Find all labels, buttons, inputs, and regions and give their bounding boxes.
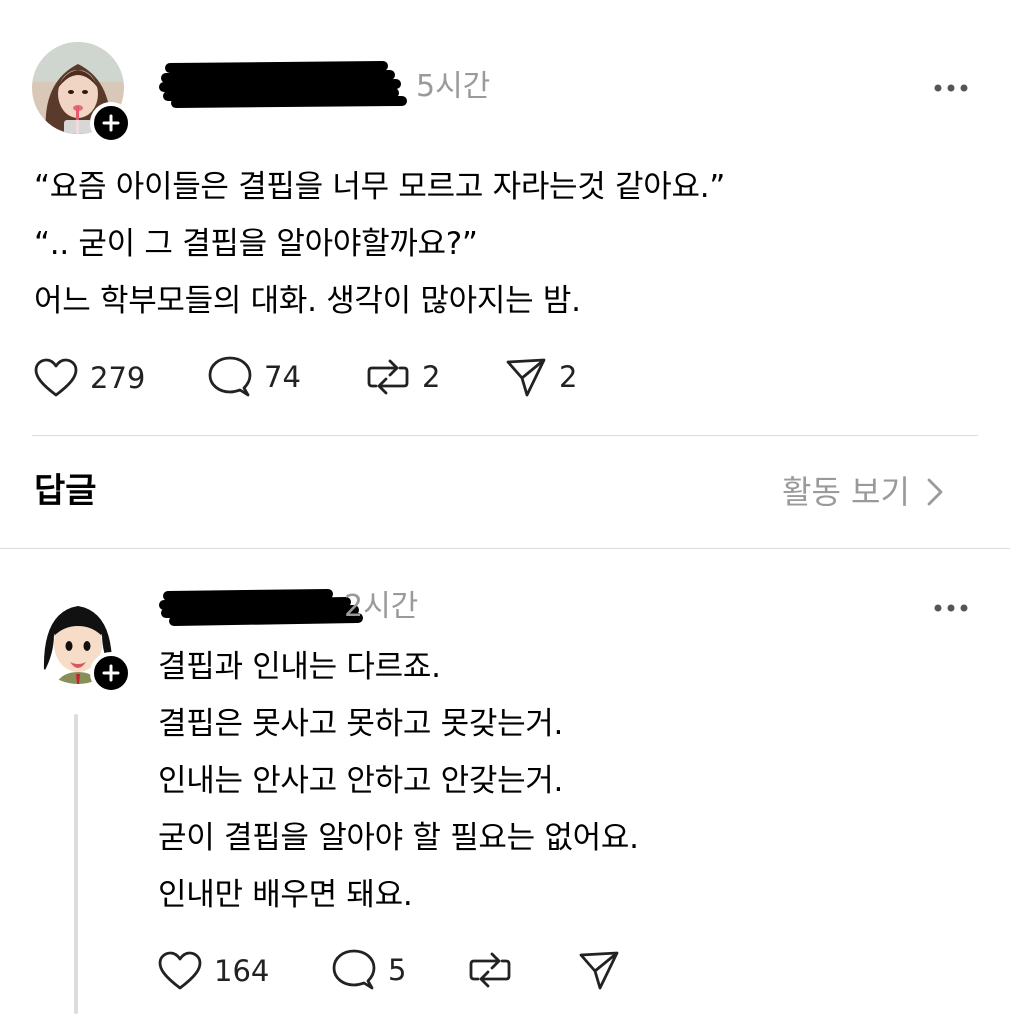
header-divider <box>0 548 1010 549</box>
send-icon <box>579 951 619 990</box>
reply-text-line: 굳이 결핍을 알아야 할 필요는 없어요. <box>158 820 639 856</box>
send-icon <box>506 358 546 397</box>
post-more-options-icon[interactable] <box>932 78 972 98</box>
like-count: 279 <box>90 360 146 395</box>
follow-reply-author-button[interactable] <box>90 652 132 694</box>
post-time: 5시간 <box>416 69 491 104</box>
reply-like-count: 164 <box>214 953 270 988</box>
reply-more-options-icon[interactable] <box>932 598 972 618</box>
post-comment-button[interactable]: 74 <box>208 356 301 398</box>
reply-share-button[interactable] <box>578 949 620 991</box>
heart-icon <box>158 951 202 990</box>
reply-username-redacted <box>159 589 363 626</box>
replies-title: 답글 <box>34 471 97 511</box>
share-count: 2 <box>559 359 578 394</box>
post-repost-button[interactable]: 2 <box>366 356 440 398</box>
reply-like-button[interactable]: 164 <box>158 951 269 991</box>
post-text-line: “.. 굳이 그 결핍을 알아야할까요?” <box>34 226 478 262</box>
comment-icon <box>332 949 376 990</box>
post-divider <box>32 435 978 436</box>
plus-icon <box>102 114 120 132</box>
repost-icon <box>367 359 409 395</box>
thread-connector-line <box>74 714 78 1014</box>
comment-icon <box>208 356 252 397</box>
reply-text-line: 결핍은 못사고 못하고 못갖는거. <box>158 706 564 742</box>
author-username-redacted <box>159 61 407 108</box>
post-share-button[interactable]: 2 <box>505 356 577 398</box>
repost-count: 2 <box>422 359 441 394</box>
chevron-right-icon <box>927 478 943 506</box>
reply-comment-button[interactable]: 5 <box>332 949 406 991</box>
reply-text-line: 인내만 배우면 돼요. <box>158 877 413 913</box>
post-text-line: 어느 학부모들의 대화. 생각이 많아지는 밤. <box>34 283 581 319</box>
view-activity-label: 활동 보기 <box>782 473 910 511</box>
post-text-line: “요즘 아이들은 결핍을 너무 모르고 자라는것 같아요.” <box>34 169 726 205</box>
plus-icon <box>102 664 120 682</box>
reply-comment-count: 5 <box>388 952 407 987</box>
reply-text-line: 인내는 안사고 안하고 안갖는거. <box>158 763 564 799</box>
post-like-button[interactable]: 279 <box>34 358 145 398</box>
view-activity-link[interactable]: 활동 보기 <box>782 476 946 508</box>
follow-author-button[interactable] <box>90 102 132 144</box>
comment-count: 74 <box>264 359 301 394</box>
reply-repost-button[interactable] <box>468 949 512 991</box>
heart-icon <box>34 358 78 397</box>
reply-time: 2시간 <box>344 589 419 624</box>
reply-text-line: 결핍과 인내는 다르죠. <box>158 649 441 685</box>
repost-icon <box>469 952 511 988</box>
